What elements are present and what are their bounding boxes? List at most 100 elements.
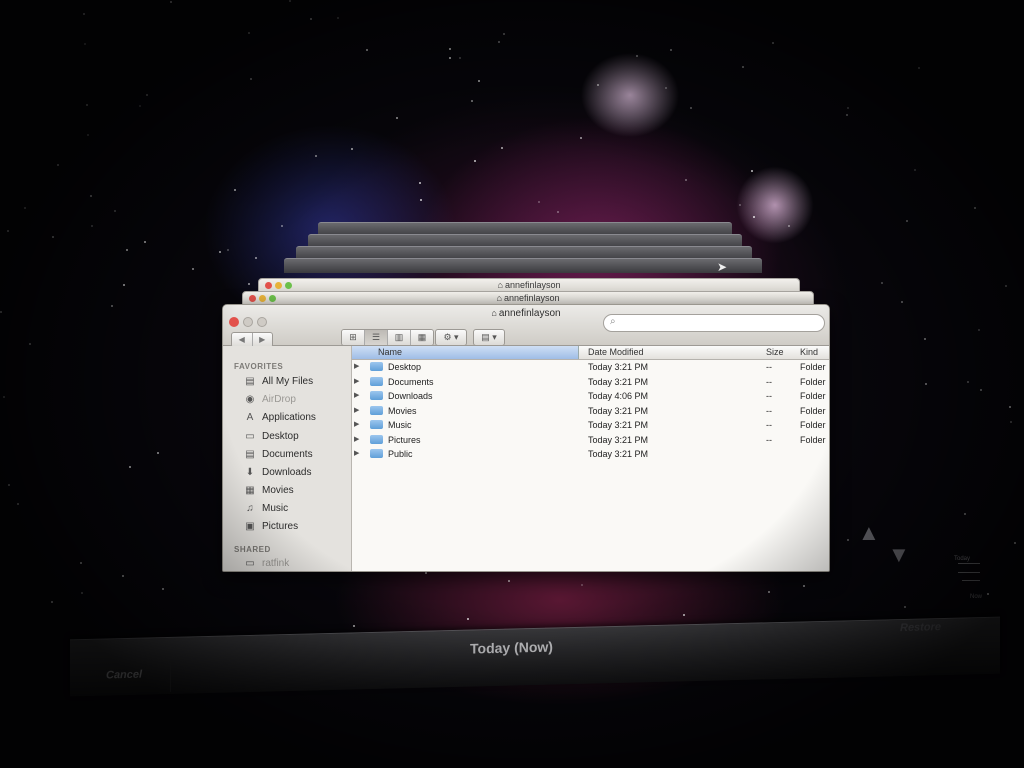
star bbox=[289, 0, 291, 2]
sidebar-item-airdrop[interactable]: ◉ AirDrop bbox=[243, 394, 296, 410]
zoom-button[interactable] bbox=[257, 317, 267, 327]
sidebar-item-documents[interactable]: ▤ Documents bbox=[243, 449, 313, 465]
stacked-window-title: ⌂ annefinlayson bbox=[259, 280, 799, 290]
star bbox=[753, 216, 755, 218]
sidebar-item-label: Movies bbox=[262, 485, 294, 496]
back-button[interactable]: ◀ bbox=[232, 333, 252, 347]
disclosure-triangle-icon[interactable]: ▶ bbox=[354, 362, 359, 370]
row-name: Music bbox=[388, 420, 412, 430]
list-view-button[interactable]: ☰ bbox=[365, 330, 388, 345]
cover-flow-button[interactable]: ▦ bbox=[411, 330, 433, 345]
icon-view-button[interactable]: ⊞ bbox=[342, 330, 365, 345]
column-view-button[interactable]: ▥ bbox=[388, 330, 411, 345]
disclosure-triangle-icon[interactable]: ▶ bbox=[354, 420, 359, 428]
search-input[interactable]: ⌕ bbox=[603, 314, 825, 332]
table-row[interactable]: ▶ Desktop Today 3:21 PM -- Folder bbox=[352, 361, 829, 375]
disclosure-triangle-icon[interactable]: ▶ bbox=[354, 377, 359, 385]
star bbox=[83, 13, 85, 15]
row-date: Today 3:21 PM bbox=[588, 449, 649, 459]
timeline: ▲ ▼ Today Now bbox=[858, 520, 988, 610]
sidebar-item-label: Documents bbox=[262, 449, 313, 460]
mouse-cursor-icon: ➤ bbox=[717, 260, 728, 274]
star bbox=[768, 591, 770, 593]
list-header: Name Date Modified Size Kind bbox=[352, 346, 829, 360]
close-button[interactable] bbox=[229, 317, 239, 327]
stacked-title-text: annefinlayson bbox=[504, 280, 561, 290]
star bbox=[685, 179, 687, 181]
newer-arrow-icon[interactable]: ▼ bbox=[888, 542, 910, 568]
sidebar-item-movies[interactable]: ▦ Movies bbox=[243, 485, 294, 501]
star bbox=[581, 584, 583, 586]
star bbox=[1009, 406, 1011, 408]
row-name: Documents bbox=[388, 376, 434, 387]
star bbox=[114, 210, 116, 212]
home-icon: ⌂ bbox=[496, 293, 502, 303]
column-header-size[interactable]: Size bbox=[766, 347, 784, 357]
cancel-button[interactable]: Cancel bbox=[106, 669, 142, 682]
restore-button[interactable]: Restore bbox=[900, 621, 941, 634]
sidebar-item-ratfink[interactable]: ▭ ratfink bbox=[243, 558, 289, 571]
search-icon: ⌕ bbox=[610, 316, 616, 327]
forward-button[interactable]: ▶ bbox=[251, 333, 273, 347]
column-header-name-label: Name bbox=[378, 347, 403, 357]
sidebar-item-music[interactable]: ♫ Music bbox=[243, 503, 288, 519]
folder-icon bbox=[370, 391, 383, 400]
documents-icon: ▤ bbox=[245, 449, 255, 460]
column-header-kind[interactable]: Kind bbox=[800, 347, 818, 357]
older-arrow-icon[interactable]: ▲ bbox=[858, 520, 880, 546]
applications-icon: A bbox=[246, 412, 254, 423]
table-row[interactable]: ▶ Documents Today 3:21 PM -- Folder bbox=[352, 376, 829, 390]
star bbox=[139, 105, 141, 107]
star bbox=[449, 48, 451, 50]
row-kind: Folder bbox=[800, 420, 826, 430]
star bbox=[353, 625, 355, 627]
column-header-date[interactable]: Date Modified bbox=[588, 347, 644, 357]
star bbox=[803, 585, 805, 587]
star bbox=[670, 49, 672, 51]
table-row[interactable]: ▶ Movies Today 3:21 PM -- Folder bbox=[352, 405, 829, 419]
row-name: Desktop bbox=[388, 362, 422, 372]
sidebar-item-pictures[interactable]: ▣ Pictures bbox=[243, 521, 298, 537]
column-header-name[interactable]: Name bbox=[352, 346, 579, 359]
folder-icon bbox=[370, 362, 383, 371]
table-row[interactable]: ▶ Downloads Today 4:06 PM -- Folder bbox=[352, 390, 829, 404]
current-snapshot-label: Today (Now) bbox=[470, 638, 553, 657]
action-menu-button[interactable]: ⚙ ▾ bbox=[435, 329, 467, 346]
timeline-tick[interactable] bbox=[962, 580, 980, 581]
disclosure-triangle-icon[interactable]: ▶ bbox=[354, 406, 359, 414]
star bbox=[57, 164, 59, 166]
star bbox=[234, 189, 236, 191]
star bbox=[980, 389, 982, 391]
star bbox=[157, 452, 159, 454]
disclosure-triangle-icon[interactable]: ▶ bbox=[354, 391, 359, 399]
sidebar-item-desktop[interactable]: ▭ Desktop bbox=[243, 431, 299, 447]
sidebar-item-downloads[interactable]: ⬇ Downloads bbox=[243, 467, 312, 483]
sidebar-item-label: Downloads bbox=[262, 467, 312, 478]
star bbox=[459, 57, 461, 59]
arrange-menu-button[interactable]: ▤ ▾ bbox=[473, 329, 505, 346]
row-size: -- bbox=[766, 391, 772, 401]
disclosure-triangle-icon[interactable]: ▶ bbox=[354, 435, 359, 443]
star bbox=[84, 43, 86, 45]
star bbox=[24, 207, 26, 209]
finder-window[interactable]: ⌂ annefinlayson ◀ ▶ ⊞ ☰ ▥ ▦ ⚙ ▾ ▤ ▾ ⌕ FAV… bbox=[222, 304, 830, 572]
snapshot-window-back[interactable] bbox=[284, 258, 762, 273]
timeline-tick[interactable] bbox=[958, 572, 980, 573]
star bbox=[503, 33, 505, 35]
star bbox=[17, 503, 19, 505]
disclosure-triangle-icon[interactable]: ▶ bbox=[354, 449, 359, 457]
sidebar-item-all-my-files[interactable]: ▤ All My Files bbox=[243, 376, 313, 392]
row-size: -- bbox=[766, 420, 772, 430]
sidebar-item-label: Desktop bbox=[262, 431, 299, 442]
table-row[interactable]: ▶ Public Today 3:21 PM bbox=[352, 448, 829, 462]
table-row[interactable]: ▶ Music Today 3:21 PM -- Folder bbox=[352, 419, 829, 433]
star bbox=[91, 225, 93, 227]
table-row[interactable]: ▶ Pictures Today 3:21 PM -- Folder bbox=[352, 434, 829, 448]
downloads-icon: ⬇ bbox=[245, 467, 255, 478]
minimize-button[interactable] bbox=[243, 317, 253, 327]
row-kind: Folder bbox=[800, 405, 826, 416]
timeline-tick[interactable] bbox=[958, 563, 980, 564]
sidebar-item-applications[interactable]: A Applications bbox=[243, 412, 316, 428]
star bbox=[636, 55, 638, 57]
star bbox=[310, 18, 312, 20]
